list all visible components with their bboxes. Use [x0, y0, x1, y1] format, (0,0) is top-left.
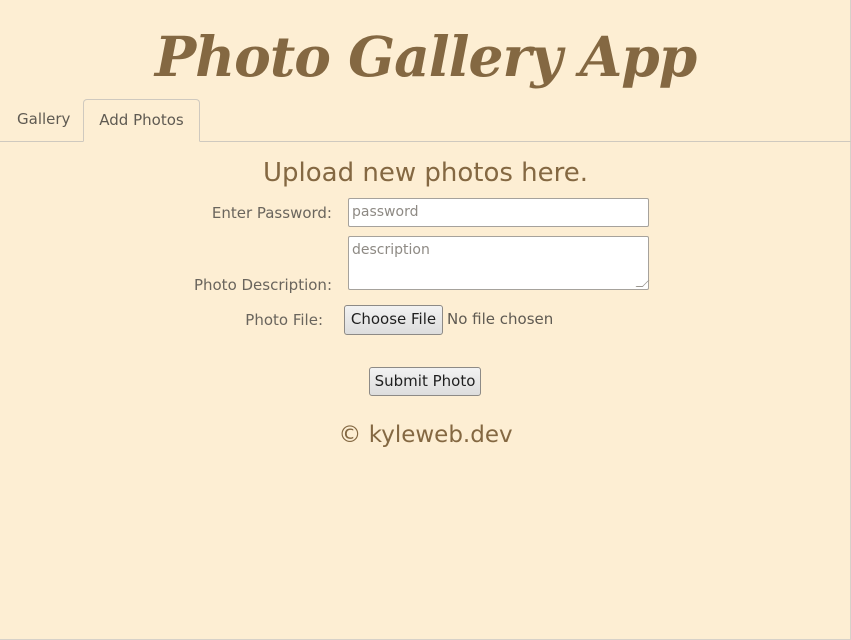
tab-add-photos[interactable]: Add Photos: [83, 99, 200, 142]
footer-copyright[interactable]: © kyleweb.dev: [0, 419, 851, 451]
password-placeholder: password: [352, 204, 419, 220]
app-page: Photo Gallery App Gallery Add Photos Upl…: [0, 0, 851, 640]
description-label: Photo Description:: [193, 276, 332, 294]
choose-file-button[interactable]: Choose File: [344, 305, 443, 335]
upload-heading: Upload new photos here.: [262, 158, 589, 188]
resize-handle-icon[interactable]: [635, 280, 650, 287]
app-title: Photo Gallery App: [154, 24, 697, 89]
file-status: No file chosen: [447, 310, 554, 328]
tab-bar: Gallery Add Photos: [0, 99, 851, 142]
description-placeholder: description: [352, 242, 430, 258]
description-field[interactable]: description: [348, 236, 650, 290]
submit-photo-button[interactable]: Submit Photo: [369, 367, 481, 396]
tab-gallery[interactable]: Gallery: [1, 99, 83, 140]
password-field[interactable]: password: [348, 198, 649, 227]
password-label: Enter Password:: [211, 204, 332, 222]
file-label: Photo File:: [245, 311, 323, 329]
